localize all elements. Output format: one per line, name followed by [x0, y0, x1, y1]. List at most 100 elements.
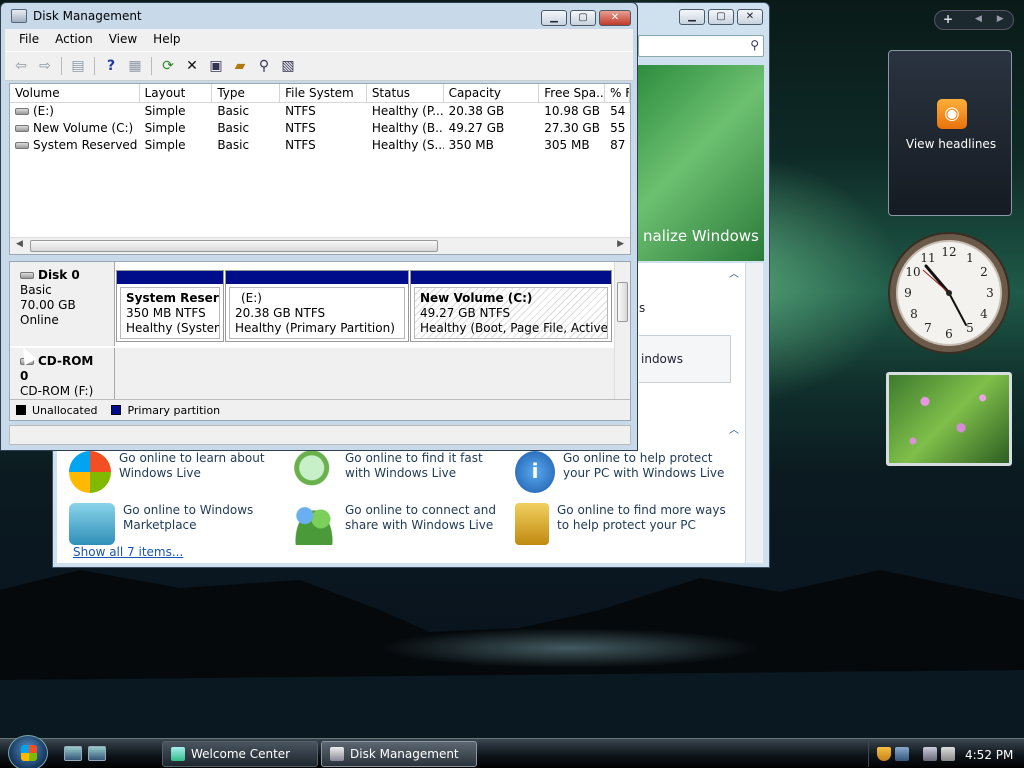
windows-flag-icon: [21, 745, 37, 761]
table-row[interactable]: System Reserved (... Simple Basic NTFS H…: [10, 137, 630, 154]
scroll-right-icon[interactable]: ▶: [617, 239, 624, 249]
disk-type: Basic: [20, 283, 52, 297]
menu-view[interactable]: View: [101, 29, 145, 51]
svg-text:2: 2: [980, 265, 988, 279]
search-input[interactable]: ⚲: [638, 35, 764, 57]
scroll-thumb[interactable]: [30, 240, 438, 252]
column-header[interactable]: File System: [280, 84, 367, 102]
svg-text:12: 12: [941, 245, 956, 259]
title-bar[interactable]: Disk Management: [11, 9, 142, 23]
open-icon[interactable]: ▰: [230, 56, 250, 76]
vertical-scrollbar[interactable]: [614, 262, 630, 400]
toolbar-separator: [61, 57, 62, 75]
windows-update-icon[interactable]: [895, 747, 909, 761]
disk-management-window[interactable]: Disk Management ▁ ▢ ✕ File Action View H…: [0, 2, 638, 451]
disk-management-icon: [330, 747, 344, 761]
maximize-button[interactable]: ▢: [708, 9, 734, 25]
column-header[interactable]: % F: [605, 84, 630, 102]
column-header[interactable]: Type: [212, 84, 281, 102]
capacity-cell: 49.27 GB: [448, 121, 505, 135]
offer-item[interactable]: i Go online to help protect your PC with…: [515, 451, 735, 493]
sidebar-controls[interactable]: + ◀ ▶: [934, 10, 1014, 30]
security-shield-icon[interactable]: [877, 747, 891, 761]
feed-headlines-gadget[interactable]: ◉ View headlines: [888, 50, 1012, 216]
switch-windows-icon[interactable]: [88, 746, 106, 761]
partition-e[interactable]: (E:) 20.38 GB NTFS Healthy (Primary Part…: [225, 270, 409, 342]
menu-file[interactable]: File: [11, 29, 47, 51]
svg-text:6: 6: [945, 327, 953, 341]
scroll-thumb[interactable]: [617, 282, 628, 322]
gadget-nav-arrows-icon[interactable]: ◀ ▶: [975, 14, 1010, 24]
delete-icon[interactable]: ✕: [182, 56, 202, 76]
column-header[interactable]: Capacity: [444, 84, 540, 102]
slideshow-gadget[interactable]: [886, 372, 1012, 466]
tray-clock[interactable]: 4:52 PM: [965, 748, 1013, 762]
offer-item[interactable]: Go online to Windows Marketplace: [69, 503, 289, 545]
add-gadget-icon[interactable]: +: [943, 12, 953, 26]
collapse-chevron-icon[interactable]: ︿: [729, 265, 739, 280]
offer-item[interactable]: Go online to learn about Windows Live: [69, 451, 289, 493]
taskbar-button-label: Welcome Center: [191, 747, 291, 761]
close-button[interactable]: ✕: [737, 9, 763, 25]
column-header[interactable]: Layout: [140, 84, 213, 102]
network-icon[interactable]: [923, 747, 937, 761]
toolbar-separator: [94, 57, 95, 75]
offer-item[interactable]: Go online to connect and share with Wind…: [291, 503, 511, 545]
column-header[interactable]: Volume: [10, 84, 140, 102]
close-button[interactable]: ✕: [599, 10, 631, 26]
partition-system-reserved[interactable]: System Reserve 350 MB NTFS Healthy (Syst…: [116, 270, 224, 342]
cdrom-empty-area[interactable]: [115, 348, 615, 400]
back-arrow-icon[interactable]: ⇦: [11, 56, 31, 76]
fs-cell: NTFS: [285, 138, 316, 152]
start-button[interactable]: [8, 735, 48, 768]
refresh-icon[interactable]: ⟳: [158, 56, 178, 76]
partition-name: (E:): [241, 291, 262, 305]
shopping-basket-icon: [69, 503, 115, 545]
taskbar-button-disk-management[interactable]: Disk Management: [321, 741, 477, 767]
properties-icon[interactable]: ▦: [125, 56, 145, 76]
partition-status: Healthy (System,: [126, 321, 220, 335]
show-desktop-icon[interactable]: [64, 746, 82, 761]
menu-action[interactable]: Action: [47, 29, 101, 51]
svg-text:9: 9: [904, 286, 912, 300]
status-bar: [9, 425, 631, 445]
disk-0-label[interactable]: Disk 0 Basic 70.00 GB Online: [10, 262, 115, 346]
horizontal-scrollbar[interactable]: ◀ ▶: [10, 237, 630, 254]
type-cell: Basic: [217, 104, 250, 118]
column-header[interactable]: Status: [367, 84, 444, 102]
column-header[interactable]: Free Spa...: [539, 84, 606, 102]
export-icon[interactable]: ▧: [278, 56, 298, 76]
svg-text:1: 1: [966, 251, 974, 265]
search-icon: ⚲: [750, 38, 759, 52]
collapse-chevron-icon[interactable]: ︿: [729, 421, 739, 436]
table-row[interactable]: New Volume (C:) Simple Basic NTFS Health…: [10, 120, 630, 137]
vertical-scrollbar[interactable]: [745, 263, 763, 563]
windows-logo-icon: [69, 451, 111, 493]
svg-text:11: 11: [920, 251, 935, 265]
menu-help[interactable]: Help: [145, 29, 188, 51]
taskbar-button-welcome-center[interactable]: Welcome Center: [162, 741, 318, 767]
taskbar-button-label: Disk Management: [350, 747, 459, 761]
settings-icon[interactable]: ▣: [206, 56, 226, 76]
volume-icon[interactable]: [941, 747, 955, 761]
offer-item[interactable]: Go online to find it fast with Windows L…: [291, 451, 511, 493]
minimize-button[interactable]: ▁: [679, 9, 705, 25]
get-started-box[interactable]: indows: [639, 335, 731, 383]
disk-management-icon: [11, 9, 27, 23]
maximize-button[interactable]: ▢: [570, 10, 596, 26]
forward-arrow-icon[interactable]: ⇨: [35, 56, 55, 76]
partition-c[interactable]: New Volume (C:) 49.27 GB NTFS Healthy (B…: [410, 270, 612, 342]
disk-graph-view: Disk 0 Basic 70.00 GB Online System Rese…: [9, 261, 631, 421]
show-all-link[interactable]: Show all 7 items...: [73, 545, 183, 559]
scroll-left-icon[interactable]: ◀: [16, 239, 23, 249]
menu-bar: File Action View Help: [5, 29, 633, 51]
minimize-button[interactable]: ▁: [541, 10, 567, 26]
search-icon[interactable]: ⚲: [254, 56, 274, 76]
help-icon[interactable]: ?: [101, 56, 121, 76]
people-icon: [291, 503, 337, 545]
offer-item[interactable]: Go online to find more ways to help prot…: [515, 503, 735, 545]
partition-bar: [226, 271, 408, 284]
up-folder-icon[interactable]: ▤: [68, 56, 88, 76]
clock-gadget[interactable]: 12 12 345 678 91011: [886, 230, 1012, 356]
table-row[interactable]: (E:) Simple Basic NTFS Healthy (P... 20.…: [10, 103, 630, 120]
